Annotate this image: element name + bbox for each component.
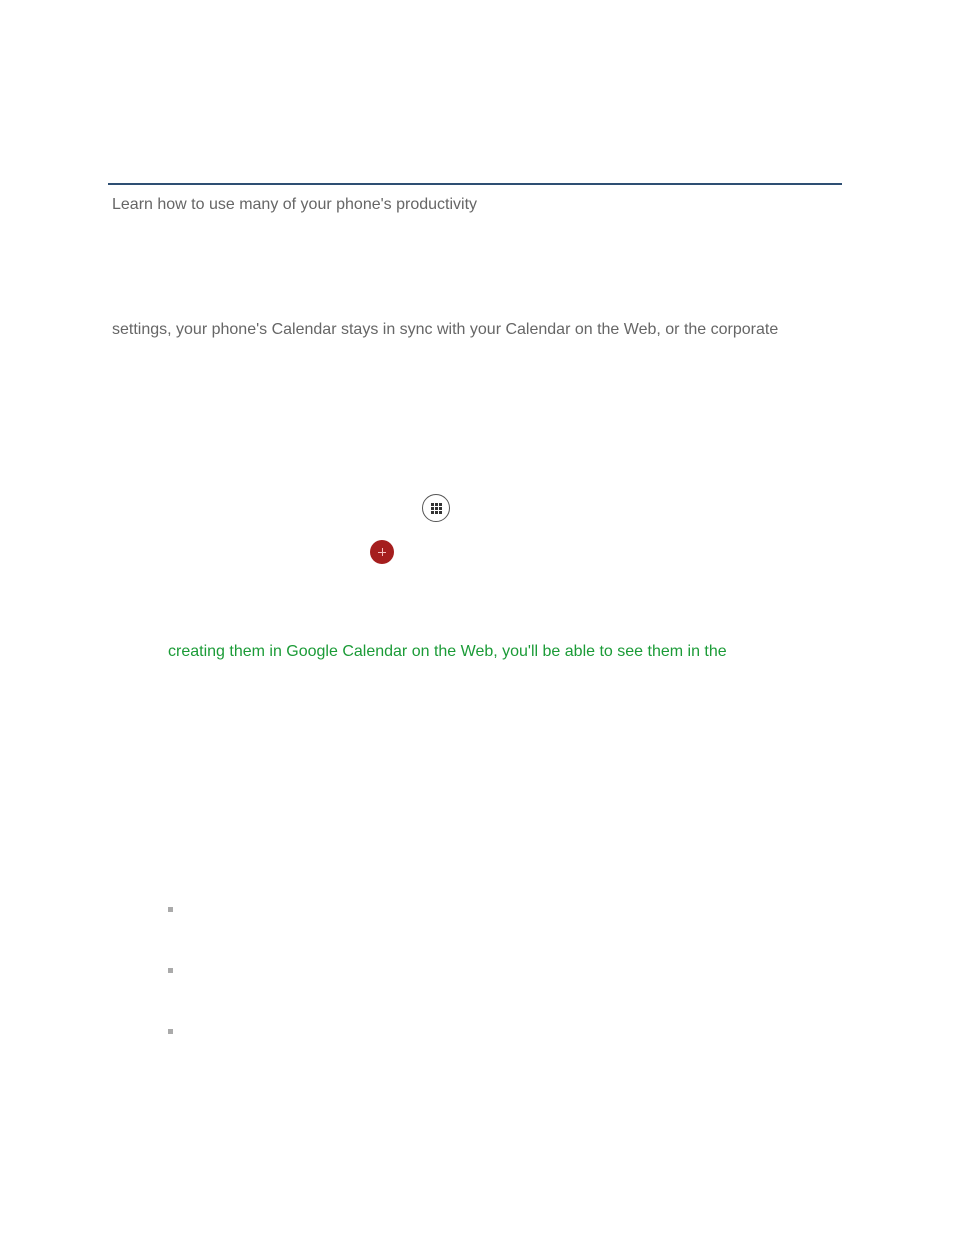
apps-icon (422, 494, 450, 522)
list-bullet (168, 968, 173, 973)
list-bullet (168, 1029, 173, 1034)
add-icon (370, 540, 394, 564)
list-bullet (168, 907, 173, 912)
apps-grid-dots (431, 503, 442, 514)
horizontal-rule (108, 183, 842, 185)
calendar-link-text: creating them in Google Calendar on the … (168, 643, 727, 661)
sync-paragraph: settings, your phone's Calendar stays in… (112, 321, 778, 339)
intro-paragraph: Learn how to use many of your phone's pr… (112, 196, 477, 214)
document-page: Learn how to use many of your phone's pr… (0, 0, 954, 1235)
